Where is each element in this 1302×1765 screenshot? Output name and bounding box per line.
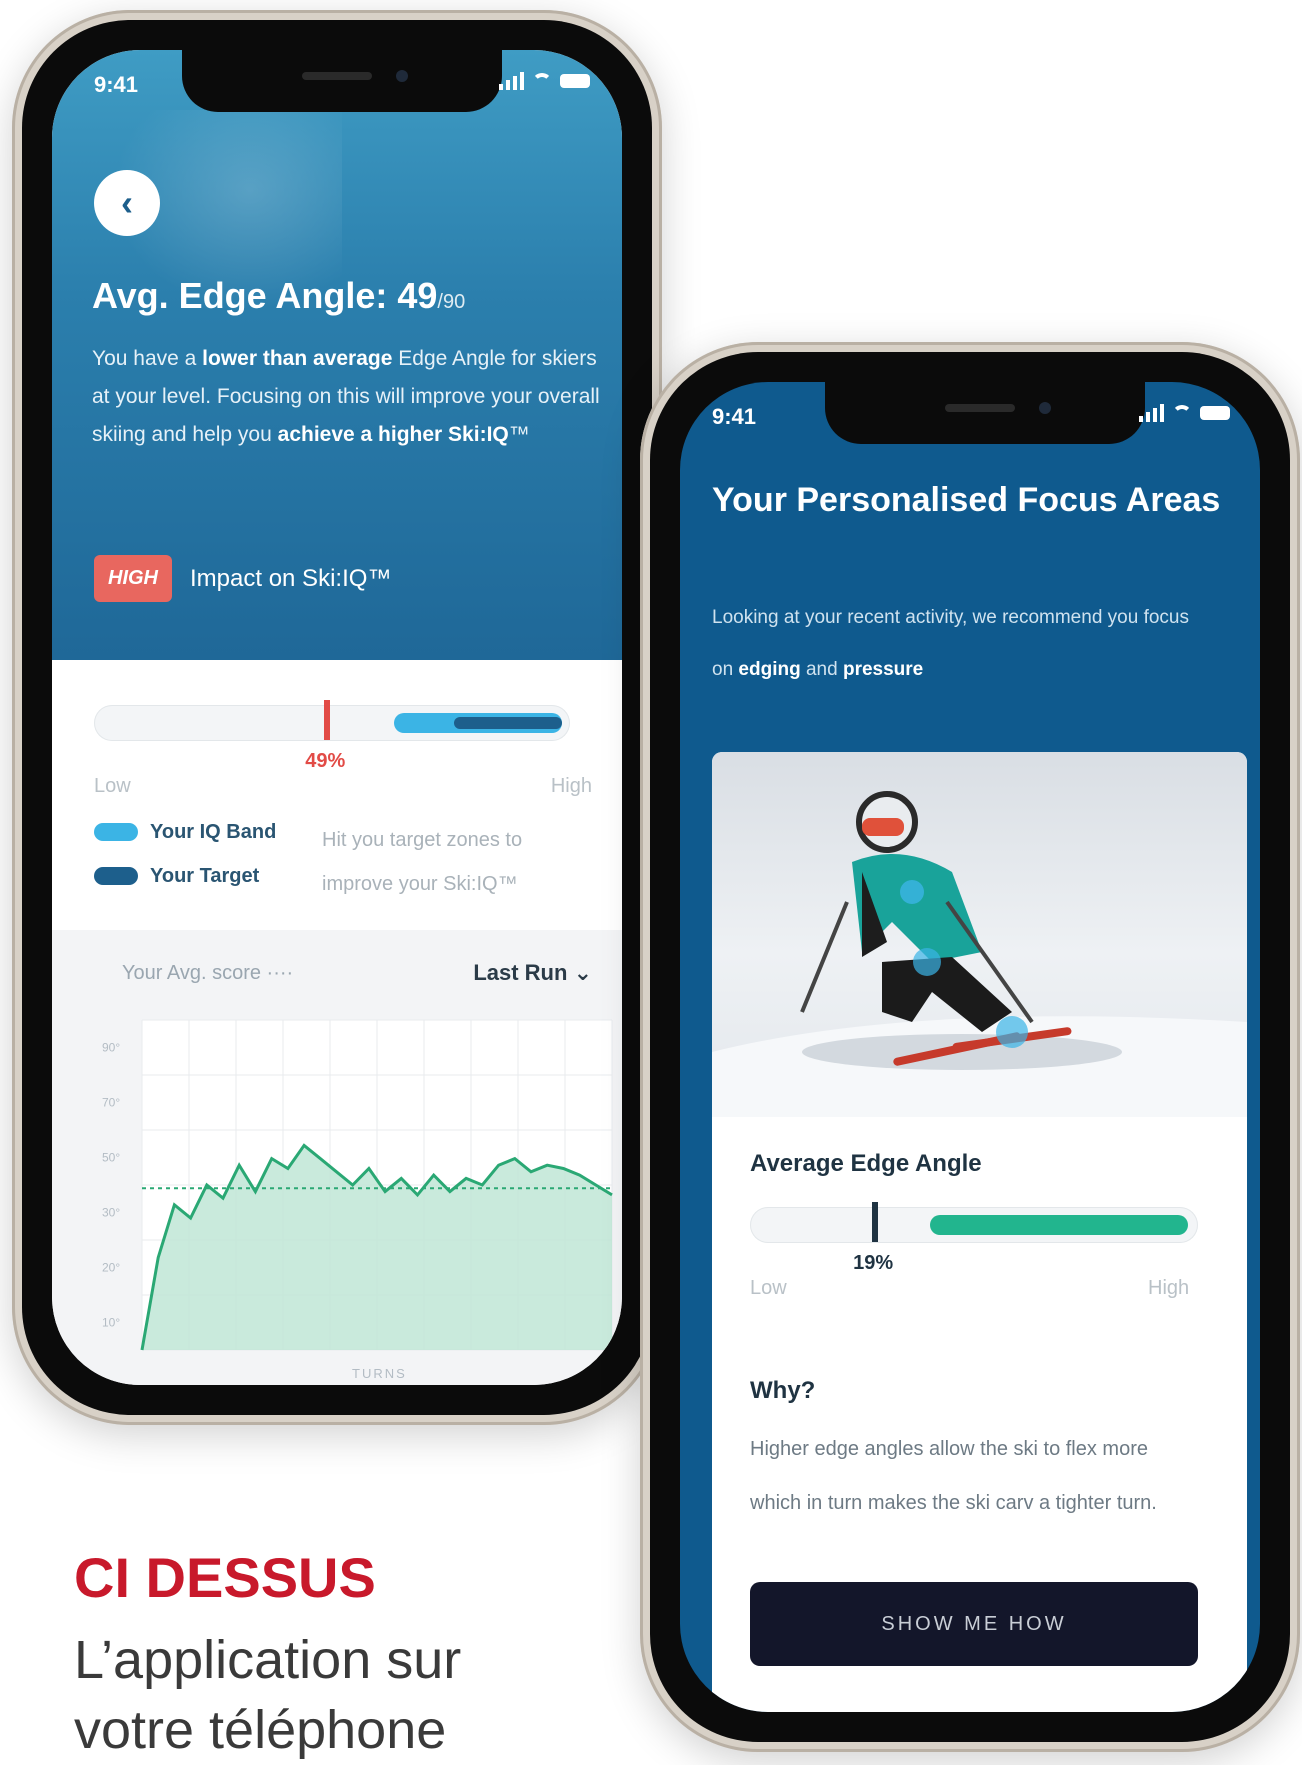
edge-angle-description: You have a lower than average Edge Angle… <box>92 347 600 446</box>
x-axis-label: TURNS <box>352 1366 407 1381</box>
caption-title: CI DESSUS <box>74 1546 376 1609</box>
y-tick-label: 20° <box>102 1261 120 1275</box>
focus-card[interactable]: Average Edge Angle 19% Low High Why? Hig… <box>712 752 1247 1712</box>
y-tick-label: 90° <box>102 1041 120 1055</box>
skier-photo <box>712 752 1247 1117</box>
status-icons <box>1139 404 1230 422</box>
impact-row: HIGH Impact on Ski:IQ™ <box>94 555 391 602</box>
impact-text: Impact on Ski:IQ™ <box>190 564 392 592</box>
score-chart-section: Your Avg. score ···· Last Run ⌄ 90° 70° 50… <box>52 930 622 1385</box>
low-label: Low <box>750 1277 787 1299</box>
legend-item-target: Your Target <box>94 854 276 898</box>
low-label: Low <box>94 775 131 797</box>
chevron-left-icon: ‹ <box>121 182 133 223</box>
edge-angle-title: Avg. Edge Angle: 49/90 <box>92 275 466 316</box>
edge-angle-track <box>94 705 570 741</box>
show-me-how-button[interactable]: SHOW ME HOW <box>750 1582 1198 1666</box>
why-description: Higher edge angles allow the ski to flex… <box>750 1438 1157 1514</box>
wifi-icon <box>1172 405 1192 421</box>
high-label: High <box>550 775 592 797</box>
y-tick-label: 50° <box>102 1151 120 1165</box>
high-label: High <box>1148 1277 1190 1299</box>
status-time: 9:41 <box>712 404 757 429</box>
focus-areas-title: Your Personalised Focus Areas <box>712 481 1221 519</box>
card-title: Average Edge Angle <box>750 1150 982 1177</box>
edge-angle-track <box>750 1207 1198 1243</box>
legend: Your IQ Band Your Target <box>94 810 276 898</box>
phone-left-bezel: 9:41 ‹ Avg. Edge Angle: 49/90 You have a… <box>22 20 652 1415</box>
phone-right-bezel: 9:41 Your Personalised Focus Areas Looki… <box>650 352 1290 1742</box>
edge-angle-screen: 9:41 ‹ Avg. Edge Angle: 49/90 You have a… <box>52 50 622 1385</box>
back-button[interactable]: ‹ <box>94 170 160 236</box>
edge-angle-percent: 19% <box>853 1252 894 1274</box>
battery-icon <box>1200 406 1230 420</box>
hero-header: ‹ Avg. Edge Angle: 49/90 You have a lowe… <box>52 50 622 660</box>
edge-slider-section: 49% Low High Your IQ Band Your Target Hi… <box>52 660 622 930</box>
notch <box>825 382 1145 444</box>
notch <box>182 50 502 112</box>
legend-item-iq-band: Your IQ Band <box>94 810 276 854</box>
y-tick-label: 30° <box>102 1206 120 1220</box>
why-title: Why? <box>750 1377 816 1404</box>
edge-angle-percent: 49% <box>305 750 346 772</box>
impact-badge: HIGH <box>94 555 172 602</box>
chart-header-label: Your Avg. score ···· <box>122 962 294 984</box>
signal-icon <box>499 72 524 90</box>
y-tick-label: 70° <box>102 1096 120 1110</box>
phone-right: 9:41 Your Personalised Focus Areas Looki… <box>640 342 1300 1752</box>
battery-icon <box>560 74 590 88</box>
edge-angle-chart: 90° 70° 50° 30° 20° 10° TURNS <box>102 1019 613 1381</box>
wifi-icon <box>532 73 552 89</box>
chevron-down-icon: ⌄ <box>573 960 592 985</box>
status-icons <box>499 72 590 90</box>
edge-angle-marker <box>872 1202 879 1242</box>
legend-note: Hit you target zones to improve your Ski… <box>322 829 523 895</box>
signal-icon <box>1139 404 1164 422</box>
target-range <box>930 1215 1188 1235</box>
status-time: 9:41 <box>94 72 139 97</box>
y-tick-label: 10° <box>102 1316 120 1330</box>
edge-angle-marker <box>324 700 331 740</box>
last-run-dropdown[interactable]: Last Run ⌄ <box>473 960 592 986</box>
phone-left: 9:41 ‹ Avg. Edge Angle: 49/90 You have a… <box>12 10 662 1425</box>
target-range <box>454 717 562 729</box>
focus-areas-description: Looking at your recent activity, we reco… <box>712 607 1189 680</box>
focus-areas-screen: 9:41 Your Personalised Focus Areas Looki… <box>680 382 1260 1712</box>
caption-text: L’application sur votre téléphone <box>74 1630 462 1760</box>
